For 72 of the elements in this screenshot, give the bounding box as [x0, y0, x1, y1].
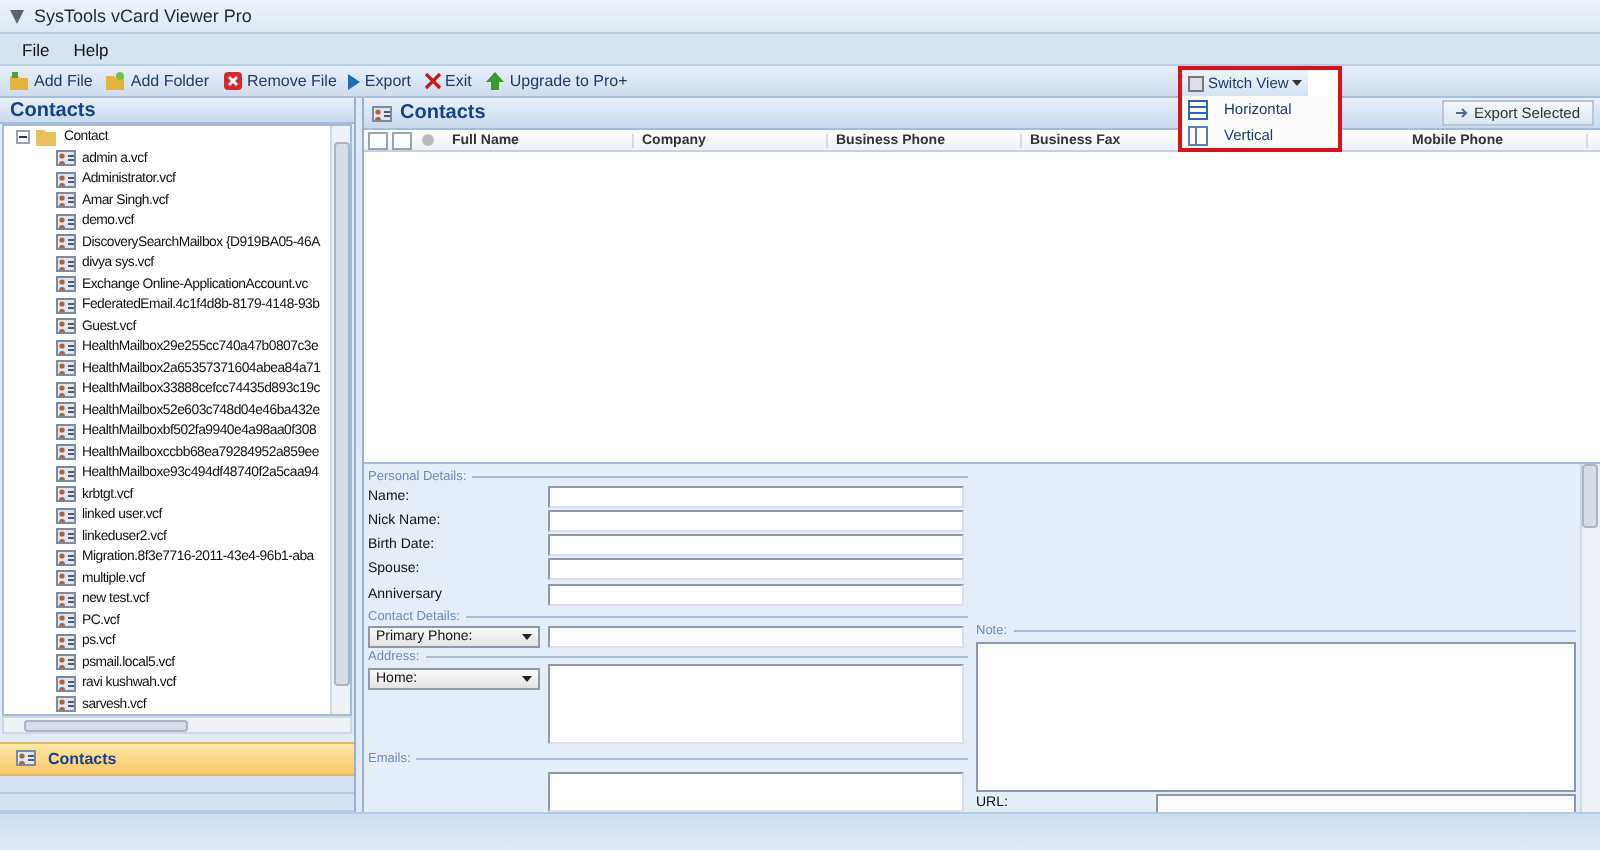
url-field[interactable] [1156, 793, 1576, 811]
contact-card-icon [56, 675, 76, 692]
contact-card-icon [56, 318, 76, 335]
contact-card-icon [56, 192, 76, 209]
contact-card-icon [56, 381, 76, 398]
contact-card-icon [56, 633, 76, 650]
contact-card-icon [56, 213, 76, 230]
contact-card-icon [56, 255, 76, 272]
collapse-icon[interactable] [16, 130, 30, 145]
contact-card-icon [56, 360, 76, 377]
window-title: SysTools vCard Viewer Pro [34, 6, 252, 26]
play-icon [348, 73, 361, 89]
folder-plus-icon [8, 70, 30, 92]
toolbar-button[interactable]: Upgrade to Pro+ [481, 68, 630, 94]
contact-card-icon [56, 654, 76, 671]
contact-card-icon [56, 696, 76, 713]
vertical-layout-icon [1188, 125, 1208, 145]
menu-item[interactable]: Help [63, 39, 119, 59]
contact-card-icon [56, 297, 76, 314]
input-field[interactable] [548, 510, 964, 532]
input-field[interactable] [548, 485, 964, 508]
input-field[interactable] [548, 534, 964, 557]
input-field[interactable] [548, 558, 964, 581]
address-field[interactable] [548, 663, 964, 744]
toolbar-button[interactable]: Exit [421, 68, 474, 94]
attachment-icon [420, 132, 436, 148]
folder-icon [104, 70, 127, 92]
contact-card-icon [56, 339, 76, 356]
contact-card-icon [56, 171, 76, 188]
contact-card-icon [56, 591, 76, 608]
contact-card-icon [56, 234, 76, 251]
remove-icon [221, 70, 243, 92]
caret-icon [1292, 80, 1303, 86]
toolbar-button[interactable]: Remove File [219, 68, 339, 94]
emails-field[interactable] [548, 772, 964, 812]
pane-title: Contacts [10, 99, 96, 122]
contacts-icon [372, 105, 392, 121]
select-all-checkbox[interactable] [368, 131, 388, 149]
app-icon [8, 7, 26, 25]
caret-icon [522, 675, 532, 682]
horizontal-scrollbar[interactable] [2, 716, 352, 734]
contact-card-icon [56, 549, 76, 566]
menu-item[interactable]: File [12, 39, 60, 59]
contact-card-icon [56, 486, 76, 503]
horizontal-layout-icon [1188, 99, 1208, 119]
caret-icon [522, 633, 532, 640]
export-icon [1456, 106, 1471, 120]
contact-card-icon [56, 423, 76, 440]
nav-item[interactable]: Contacts [0, 741, 354, 776]
toolbar-button[interactable]: Add File [6, 68, 95, 94]
input-field[interactable] [548, 583, 964, 606]
toolbar-button[interactable]: Add Folder [102, 68, 211, 94]
contact-card-icon [56, 465, 76, 482]
toolbar-button[interactable]: Export [346, 68, 414, 94]
contact-card-icon [56, 402, 76, 419]
note-field[interactable] [976, 642, 1576, 792]
contact-card-icon [56, 507, 76, 524]
contact-card-icon [56, 444, 76, 461]
scrollbar[interactable] [1580, 464, 1600, 812]
column-icon [392, 131, 412, 149]
layout-icon [1188, 75, 1204, 91]
contact-card-icon [56, 276, 76, 293]
contact-card-icon [56, 612, 76, 629]
input-field[interactable] [548, 625, 964, 648]
contact-card-icon [56, 570, 76, 587]
close-icon [423, 72, 442, 90]
pane-title: Contacts [400, 102, 486, 124]
scrollbar[interactable] [330, 126, 350, 715]
up-arrow-icon [483, 70, 506, 92]
contact-card-icon [56, 150, 76, 167]
contact-card-icon [56, 528, 76, 545]
contacts-icon [16, 750, 36, 767]
